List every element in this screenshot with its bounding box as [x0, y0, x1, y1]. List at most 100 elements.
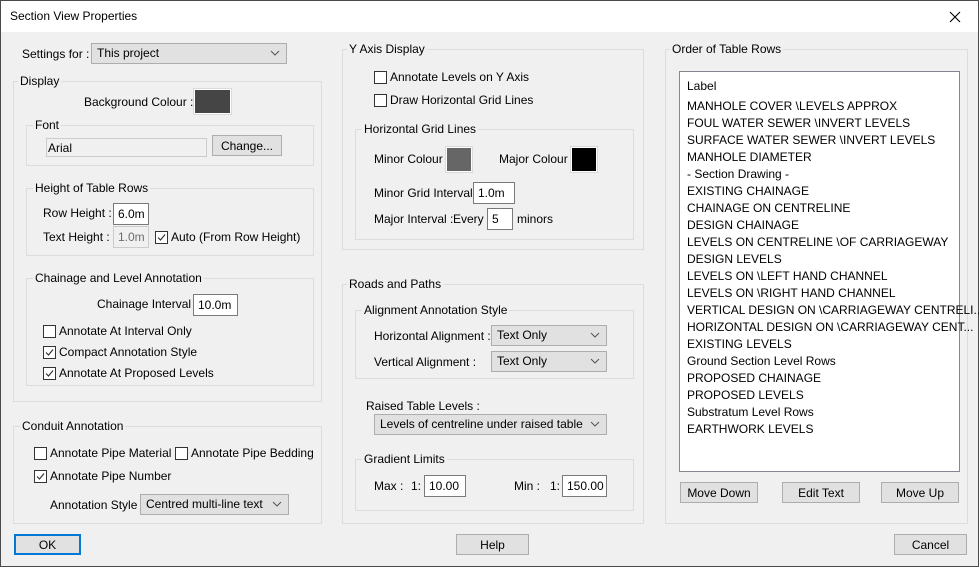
settings-for-value: This project — [97, 46, 160, 60]
horizontal-alignment-label: Horizontal Alignment : — [374, 329, 491, 343]
compact-annotation-label: Compact Annotation Style — [59, 345, 198, 359]
list-item[interactable]: Substratum Level Rows — [687, 405, 814, 419]
background-colour-label: Background Colour : — [84, 95, 194, 109]
checkbox-box — [374, 70, 387, 84]
draw-grid-lines-label: Draw Horizontal Grid Lines — [390, 93, 534, 107]
chevron-down-icon — [270, 50, 280, 56]
minor-grid-interval-input[interactable]: 1.0m — [473, 182, 515, 204]
list-item[interactable]: EXISTING CHAINAGE — [687, 184, 809, 198]
list-item[interactable]: PROPOSED CHAINAGE — [687, 371, 821, 385]
chevron-down-icon — [590, 358, 600, 364]
row-heights-group: Height of Table Rows — [26, 181, 314, 256]
order-of-table-rows-legend: Order of Table Rows — [670, 42, 784, 56]
vertical-alignment-label: Vertical Alignment : — [374, 355, 477, 369]
checkbox-box — [34, 469, 47, 483]
y-axis-display-legend: Y Axis Display — [347, 42, 427, 56]
horizontal-alignment-value: Text Only — [497, 328, 548, 342]
list-item[interactable]: DESIGN LEVELS — [687, 252, 782, 266]
row-height-input[interactable]: 6.0m — [113, 203, 149, 225]
annotation-style-select[interactable]: Centred multi-line text — [140, 494, 289, 515]
table-rows-list[interactable]: Label MANHOLE COVER \LEVELS APPROX FOUL W… — [679, 71, 979, 472]
every-label: Every — [453, 212, 484, 226]
auto-text-height-checkbox[interactable]: Auto (From Row Height) — [155, 230, 300, 244]
annotate-pipe-material-label: Annotate Pipe Material — [50, 446, 172, 460]
list-item[interactable]: MANHOLE COVER \LEVELS APPROX — [687, 99, 897, 113]
edit-text-button[interactable]: Edit Text — [782, 482, 860, 503]
horizontal-alignment-select[interactable]: Text Only — [491, 325, 607, 346]
list-item[interactable]: SURFACE WATER SEWER \INVERT LEVELS — [687, 133, 935, 147]
close-button[interactable] — [932, 1, 978, 32]
annotate-pipe-bedding-checkbox[interactable]: Annotate Pipe Bedding — [175, 446, 314, 460]
settings-for-select[interactable]: This project — [91, 43, 287, 64]
minor-colour-swatch[interactable] — [445, 146, 473, 173]
list-item[interactable]: VERTICAL DESIGN ON \CARRIAGEWAY CENTRELI… — [687, 303, 979, 317]
chainage-interval-label: Chainage Interval : — [97, 297, 198, 311]
annotate-levels-y-axis-checkbox[interactable]: Annotate Levels on Y Axis — [374, 70, 529, 84]
list-item[interactable]: EARTHWORK LEVELS — [687, 422, 813, 436]
annotate-pipe-material-checkbox[interactable]: Annotate Pipe Material — [34, 446, 171, 460]
checkbox-box — [175, 446, 188, 460]
row-heights-legend: Height of Table Rows — [33, 181, 151, 195]
ok-button[interactable]: OK — [14, 534, 81, 555]
background-colour-swatch[interactable] — [193, 88, 232, 115]
list-item[interactable]: Ground Section Level Rows — [687, 354, 836, 368]
settings-for-label: Settings for : — [22, 47, 90, 61]
annotate-pipe-number-checkbox[interactable]: Annotate Pipe Number — [34, 469, 171, 483]
list-item[interactable]: MANHOLE DIAMETER — [687, 150, 812, 164]
list-item[interactable]: EXISTING LEVELS — [687, 337, 792, 351]
draw-grid-lines-checkbox[interactable]: Draw Horizontal Grid Lines — [374, 93, 533, 107]
move-down-button[interactable]: Move Down — [680, 482, 758, 503]
list-item[interactable]: CHAINAGE ON CENTRELINE — [687, 201, 850, 215]
vertical-alignment-select[interactable]: Text Only — [491, 351, 607, 372]
major-interval-label: Major Interval : — [374, 212, 454, 226]
list-item[interactable]: DESIGN CHAINAGE — [687, 218, 799, 232]
section-view-properties-dialog: Section View Properties Settings for : T… — [0, 0, 979, 567]
change-font-button[interactable]: Change... — [212, 135, 282, 156]
checkmark-icon — [45, 348, 54, 356]
auto-text-height-label: Auto (From Row Height) — [171, 230, 301, 244]
chevron-down-icon — [590, 332, 600, 338]
close-icon — [949, 11, 961, 22]
checkmark-icon — [36, 472, 45, 480]
horizontal-grid-lines-legend: Horizontal Grid Lines — [362, 122, 479, 136]
font-name-field: Arial — [46, 138, 207, 157]
vertical-alignment-value: Text Only — [497, 354, 548, 368]
annotation-style-value: Centred multi-line text — [146, 497, 263, 511]
list-item[interactable]: LEVELS ON \LEFT HAND CHANNEL — [687, 269, 888, 283]
compact-annotation-checkbox[interactable]: Compact Annotation Style — [43, 345, 197, 359]
gradient-max-label: Max : — [374, 479, 404, 493]
gradient-min-input[interactable]: 150.00 — [562, 475, 607, 497]
checkmark-icon — [157, 233, 166, 241]
gradient-max-prefix: 1: — [411, 479, 422, 493]
display-legend: Display — [18, 74, 62, 88]
raised-table-levels-select[interactable]: Levels of centreline under raised table — [374, 414, 607, 435]
minors-label: minors — [517, 212, 554, 226]
window-title: Section View Properties — [10, 9, 138, 23]
list-item[interactable]: LEVELS ON \RIGHT HAND CHANNEL — [687, 286, 896, 300]
major-colour-swatch[interactable] — [570, 146, 598, 173]
annotate-proposed-levels-checkbox[interactable]: Annotate At Proposed Levels — [43, 366, 214, 380]
list-item[interactable]: FOUL WATER SEWER \INVERT LEVELS — [687, 116, 910, 130]
checkbox-box — [374, 93, 387, 107]
annotate-interval-only-checkbox[interactable]: Annotate At Interval Only — [43, 324, 192, 338]
title-bar: Section View Properties — [1, 1, 978, 32]
annotate-pipe-bedding-label: Annotate Pipe Bedding — [191, 446, 314, 460]
roads-and-paths-legend: Roads and Paths — [347, 277, 444, 291]
chevron-down-icon — [590, 421, 600, 427]
alignment-annotation-legend: Alignment Annotation Style — [362, 303, 510, 317]
annotate-interval-only-label: Annotate At Interval Only — [59, 324, 192, 338]
cancel-button[interactable]: Cancel — [894, 534, 967, 555]
checkbox-box — [43, 324, 56, 338]
major-interval-input[interactable]: 5 — [487, 208, 513, 230]
list-item[interactable]: LEVELS ON CENTRELINE \OF CARRIAGEWAY — [687, 235, 948, 249]
annotate-proposed-levels-label: Annotate At Proposed Levels — [59, 366, 214, 380]
gradient-max-input[interactable]: 10.00 — [424, 475, 466, 497]
chainage-interval-input[interactable]: 10.0m — [193, 294, 238, 316]
help-button[interactable]: Help — [456, 534, 529, 555]
list-item[interactable]: PROPOSED LEVELS — [687, 388, 804, 402]
list-item[interactable]: HORIZONTAL DESIGN ON \CARRIAGEWAY CENT..… — [687, 320, 973, 334]
checkmark-icon — [45, 369, 54, 377]
move-up-button[interactable]: Move Up — [881, 482, 959, 503]
raised-table-levels-label: Raised Table Levels : — [366, 399, 480, 413]
list-item[interactable]: - Section Drawing - — [687, 167, 789, 181]
